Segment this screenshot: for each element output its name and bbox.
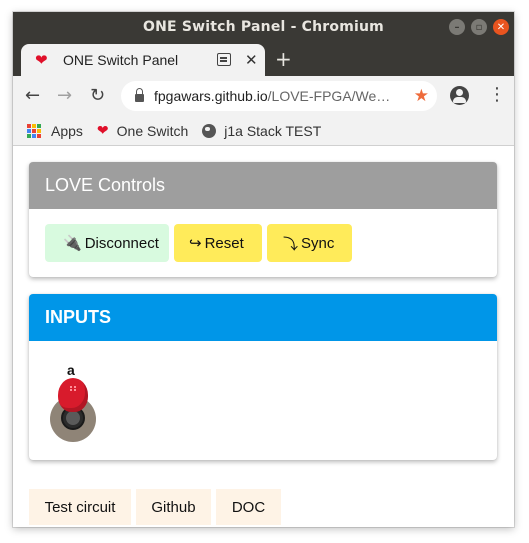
- reset-arrow-icon: ↪: [189, 235, 202, 252]
- url-host: fpgawars.github.io: [154, 88, 268, 104]
- tab-title: ONE Switch Panel: [63, 52, 179, 68]
- bookmark-label: One Switch: [116, 122, 189, 139]
- forward-button[interactable]: →: [57, 86, 72, 106]
- back-button[interactable]: ←: [25, 86, 40, 106]
- github-button[interactable]: Github: [136, 489, 211, 525]
- love-controls-header: LOVE Controls: [29, 162, 497, 209]
- bookmark-apps[interactable]: Apps: [27, 123, 83, 139]
- title-bar: ONE Switch Panel - Chromium – ▫ ✕: [13, 12, 514, 42]
- url-path: /LOVE-FPGA/We…: [267, 88, 391, 104]
- close-window-button[interactable]: ✕: [493, 19, 509, 35]
- apps-grid-dot: [37, 133, 41, 138]
- page-content: LOVE Controls 🔌 Disconnect ↪ Reset ⤵ Syn…: [13, 147, 514, 527]
- apps-grid-dot: [32, 128, 36, 133]
- reset-button[interactable]: ↪ Reset: [174, 224, 262, 262]
- bookmark-star-icon[interactable]: ★: [414, 86, 429, 106]
- globe-icon: [202, 123, 217, 138]
- browser-toolbar: ← → ↻ fpgawars.github.io/LOVE-FPGA/We… ★…: [13, 76, 514, 116]
- maximize-button[interactable]: ▫: [471, 19, 487, 35]
- window-title: ONE Switch Panel - Chromium: [143, 19, 384, 35]
- sync-label: Sync: [301, 234, 335, 252]
- bookmark-label: Apps: [51, 122, 83, 139]
- switch-label: a: [67, 362, 75, 378]
- bookmark-j1a-stack-test[interactable]: j1a Stack TEST: [202, 123, 321, 139]
- switch-red-cap-icon[interactable]: [58, 378, 88, 412]
- apps-grid-icon: [27, 123, 41, 138]
- sync-arrow-icon: ⤵: [283, 235, 299, 253]
- sync-button[interactable]: ⤵ Sync: [267, 224, 352, 262]
- test-circuit-button[interactable]: Test circuit: [29, 489, 131, 525]
- close-tab-icon[interactable]: ✕: [245, 51, 258, 69]
- apps-grid-dot: [32, 133, 36, 138]
- bookmark-one-switch[interactable]: ❤ One Switch: [97, 122, 188, 139]
- bookmarks-bar: Apps ❤ One Switch j1a Stack TEST: [13, 116, 514, 146]
- browser-window: ONE Switch Panel - Chromium – ▫ ✕ ❤ ONE …: [13, 12, 514, 527]
- new-tab-button[interactable]: +: [275, 49, 292, 69]
- reload-button[interactable]: ↻: [90, 86, 105, 106]
- apps-grid-dot: [27, 128, 31, 133]
- inputs-card: INPUTS a: [29, 294, 497, 460]
- disconnect-label: Disconnect: [84, 234, 159, 252]
- push-button-switch[interactable]: [49, 378, 97, 442]
- apps-grid-dot: [37, 123, 41, 128]
- menu-button[interactable]: ⋮: [488, 85, 506, 105]
- inputs-header: INPUTS: [29, 294, 497, 341]
- tab-one-switch-panel[interactable]: ❤ ONE Switch Panel ✕: [21, 44, 265, 76]
- footer-buttons: Test circuit Github DOC: [29, 489, 281, 525]
- disconnect-button[interactable]: 🔌 Disconnect: [45, 224, 169, 262]
- love-controls-card: LOVE Controls 🔌 Disconnect ↪ Reset ⤵ Syn…: [29, 162, 497, 277]
- reader-mode-icon[interactable]: [217, 53, 231, 66]
- minimize-button[interactable]: –: [449, 19, 465, 35]
- doc-button[interactable]: DOC: [216, 489, 281, 525]
- heart-icon: ❤: [35, 51, 48, 69]
- address-bar[interactable]: fpgawars.github.io/LOVE-FPGA/We… ★: [121, 81, 437, 111]
- apps-grid-dot: [27, 123, 31, 128]
- bookmark-label: j1a Stack TEST: [224, 122, 322, 139]
- url-text[interactable]: fpgawars.github.io/LOVE-FPGA/We…: [154, 88, 390, 104]
- apps-grid-dot: [27, 133, 31, 138]
- heart-icon: ❤: [96, 122, 109, 138]
- account-icon[interactable]: [450, 86, 469, 105]
- controls-button-row: 🔌 Disconnect ↪ Reset ⤵ Sync: [45, 224, 352, 262]
- apps-grid-dot: [32, 123, 36, 128]
- tab-strip: ❤ ONE Switch Panel ✕ +: [13, 42, 514, 76]
- reset-label: Reset: [204, 234, 244, 252]
- plug-icon: 🔌: [63, 235, 82, 252]
- lock-icon[interactable]: [135, 88, 144, 102]
- apps-grid-dot: [37, 128, 41, 133]
